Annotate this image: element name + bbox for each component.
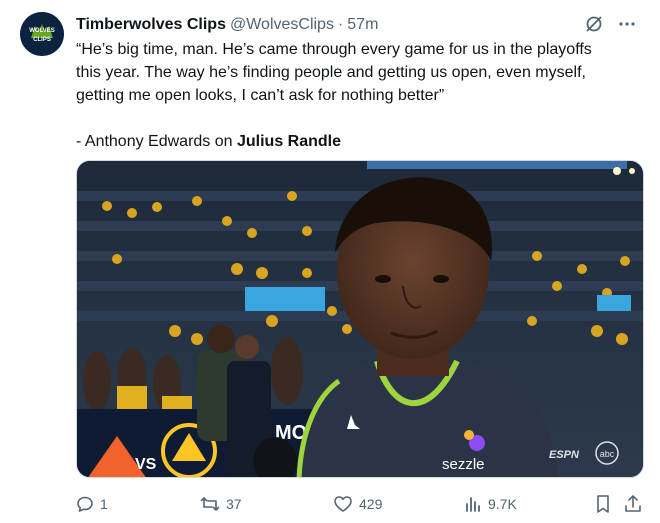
reply-count: 1 (100, 496, 108, 512)
like-button[interactable]: 429 (333, 492, 382, 516)
share-icon (624, 494, 642, 514)
author-handle[interactable]: @WolvesClips (230, 16, 334, 34)
broadcast-bug: ESPN (549, 449, 580, 461)
more-icon[interactable] (618, 15, 636, 33)
separator-dot: · (337, 16, 344, 33)
jersey-sponsor-text: sezzle (442, 456, 485, 473)
avatar-text-bottom: CLIPS (33, 37, 51, 43)
author-name[interactable]: Timberwolves Clips (76, 16, 226, 34)
attribution-name: Julius Randle (236, 133, 342, 150)
action-bar: 1 37 429 9.7K (76, 492, 646, 516)
tweet-header: Timberwolves Clips @WolvesClips · 57m (76, 14, 636, 36)
reply-button[interactable]: 1 (76, 492, 108, 516)
attribution: - Anthony Edwards on Julius Randle (76, 130, 636, 153)
tweet-text: “He’s big time, man. He’s came through e… (76, 38, 636, 153)
avatar-text-top: WOLVES (29, 28, 55, 34)
reply-icon (76, 495, 94, 513)
media-video[interactable]: VS MORI E (76, 160, 644, 478)
timestamp[interactable]: 57m (347, 16, 378, 34)
vs-text: VS (135, 456, 157, 473)
repost-icon (200, 495, 220, 513)
grok-icon[interactable] (584, 14, 604, 34)
tweet[interactable]: WOLVES CLIPS Timberwolves Clips @WolvesC… (0, 0, 660, 523)
network-bug: abc (600, 449, 615, 459)
quote-line: “He’s big time, man. He’s came through e… (76, 41, 592, 58)
avatar[interactable]: WOLVES CLIPS (20, 12, 64, 56)
bookmark-icon (594, 494, 612, 514)
like-icon (333, 495, 353, 513)
views-icon (464, 495, 482, 513)
bookmark-button[interactable] (594, 492, 612, 516)
views-button[interactable]: 9.7K (464, 492, 517, 516)
share-button[interactable] (624, 492, 642, 516)
quote-line: this year. The way he’s finding people a… (76, 64, 586, 81)
like-count: 429 (359, 496, 383, 512)
views-count: 9.7K (488, 496, 517, 512)
repost-count: 37 (226, 496, 242, 512)
attribution-prefix: - Anthony Edwards on (76, 133, 237, 150)
quote-line: getting me open looks, I can’t ask for n… (76, 87, 445, 104)
repost-button[interactable]: 37 (200, 492, 242, 516)
